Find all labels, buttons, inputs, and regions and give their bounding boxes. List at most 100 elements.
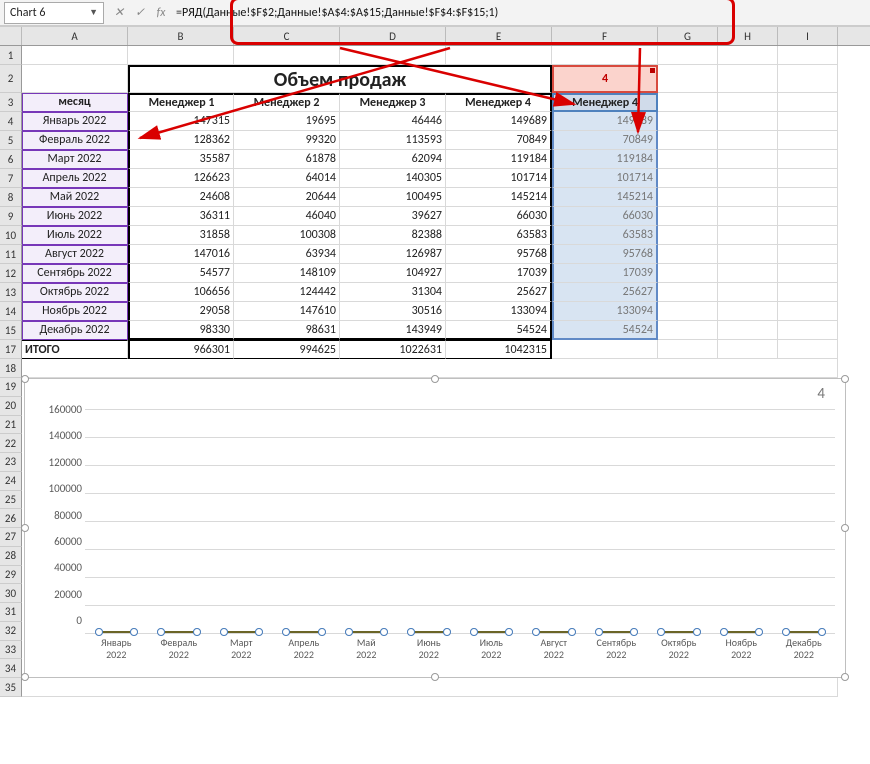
cell[interactable] xyxy=(718,207,778,226)
data-cell[interactable]: 104927 xyxy=(340,264,446,283)
data-cell[interactable]: 35587 xyxy=(128,150,234,169)
mgr-header[interactable]: Менеджер 2 xyxy=(234,93,340,112)
helper-data-cell[interactable]: 54524 xyxy=(552,321,658,340)
helper-data-cell[interactable]: 95768 xyxy=(552,245,658,264)
cell[interactable] xyxy=(718,340,778,359)
cell[interactable] xyxy=(778,188,838,207)
cell[interactable] xyxy=(718,46,778,65)
chart-bar[interactable] xyxy=(660,631,698,633)
data-cell[interactable]: 124442 xyxy=(234,283,340,302)
cell[interactable] xyxy=(718,245,778,264)
helper-data-cell[interactable]: 70849 xyxy=(552,131,658,150)
cell[interactable] xyxy=(22,678,838,697)
data-cell[interactable]: 64014 xyxy=(234,169,340,188)
data-cell[interactable]: 31304 xyxy=(340,283,446,302)
cell[interactable] xyxy=(718,264,778,283)
table-title[interactable]: Объем продаж xyxy=(128,65,552,93)
cell[interactable] xyxy=(778,226,838,245)
cell[interactable] xyxy=(778,245,838,264)
month-cell[interactable]: Октябрь 2022 xyxy=(22,283,128,302)
data-cell[interactable]: 140305 xyxy=(340,169,446,188)
name-box[interactable]: Chart 6 ▼ xyxy=(4,2,104,24)
data-cell[interactable]: 100308 xyxy=(234,226,340,245)
data-cell[interactable]: 119184 xyxy=(446,150,552,169)
data-cell[interactable]: 63934 xyxy=(234,245,340,264)
cell[interactable] xyxy=(658,65,718,93)
cell[interactable] xyxy=(718,131,778,150)
helper-data-cell[interactable]: 133094 xyxy=(552,302,658,321)
data-cell[interactable]: 29058 xyxy=(128,302,234,321)
month-cell[interactable]: Июнь 2022 xyxy=(22,207,128,226)
cell[interactable] xyxy=(22,359,838,378)
data-cell[interactable]: 148109 xyxy=(234,264,340,283)
data-cell[interactable]: 46040 xyxy=(234,207,340,226)
cell[interactable] xyxy=(718,65,778,93)
chart-bar[interactable] xyxy=(723,631,761,633)
row-header[interactable]: 14 xyxy=(0,302,22,321)
cell[interactable] xyxy=(658,226,718,245)
col-header-C[interactable]: C xyxy=(234,27,340,45)
row-header[interactable]: 28 xyxy=(0,547,22,566)
cell[interactable] xyxy=(658,131,718,150)
cell[interactable] xyxy=(778,302,838,321)
cell[interactable] xyxy=(718,283,778,302)
chart-bar[interactable] xyxy=(348,631,386,633)
month-cell[interactable]: Август 2022 xyxy=(22,245,128,264)
row-header[interactable]: 11 xyxy=(0,245,22,264)
cell[interactable] xyxy=(718,226,778,245)
data-cell[interactable]: 54524 xyxy=(446,321,552,340)
row-header[interactable]: 27 xyxy=(0,528,22,547)
cell[interactable] xyxy=(22,65,128,93)
row-header[interactable]: 7 xyxy=(0,169,22,188)
data-cell[interactable]: 126623 xyxy=(128,169,234,188)
col-header-F[interactable]: F xyxy=(552,27,658,45)
resize-handle[interactable] xyxy=(21,375,29,383)
resize-handle[interactable] xyxy=(431,375,439,383)
row-header[interactable]: 4 xyxy=(0,112,22,131)
row-header[interactable]: 22 xyxy=(0,434,22,453)
chart-bar[interactable] xyxy=(223,631,261,633)
helper-data-cell[interactable]: 149689 xyxy=(552,112,658,131)
cell[interactable] xyxy=(718,150,778,169)
data-cell[interactable]: 147610 xyxy=(234,302,340,321)
mgr-header[interactable]: Менеджер 1 xyxy=(128,93,234,112)
data-cell[interactable]: 149689 xyxy=(446,112,552,131)
cell[interactable] xyxy=(778,131,838,150)
data-cell[interactable]: 25627 xyxy=(446,283,552,302)
data-cell[interactable]: 100495 xyxy=(340,188,446,207)
data-cell[interactable]: 106656 xyxy=(128,283,234,302)
cell[interactable] xyxy=(778,321,838,340)
col-header-E[interactable]: E xyxy=(446,27,552,45)
month-cell[interactable]: Январь 2022 xyxy=(22,112,128,131)
data-cell[interactable]: 61878 xyxy=(234,150,340,169)
data-cell[interactable]: 147315 xyxy=(128,112,234,131)
cell[interactable] xyxy=(718,112,778,131)
cell[interactable] xyxy=(658,46,718,65)
chevron-down-icon[interactable]: ▼ xyxy=(89,7,98,18)
data-cell[interactable]: 19695 xyxy=(234,112,340,131)
total-cell[interactable]: 1022631 xyxy=(340,340,446,359)
data-cell[interactable]: 145214 xyxy=(446,188,552,207)
row-header[interactable]: 17 xyxy=(0,340,22,359)
col-header-B[interactable]: B xyxy=(128,27,234,45)
row-header[interactable]: 20 xyxy=(0,397,22,416)
month-header[interactable]: месяц xyxy=(22,93,128,112)
row-header[interactable]: 25 xyxy=(0,491,22,510)
data-cell[interactable]: 98631 xyxy=(234,321,340,340)
cell[interactable] xyxy=(658,321,718,340)
cell[interactable] xyxy=(778,340,838,359)
cell[interactable] xyxy=(718,321,778,340)
cell[interactable] xyxy=(718,302,778,321)
data-cell[interactable]: 17039 xyxy=(446,264,552,283)
row-header[interactable]: 5 xyxy=(0,131,22,150)
data-cell[interactable]: 24608 xyxy=(128,188,234,207)
data-cell[interactable]: 128362 xyxy=(128,131,234,150)
chart-bar[interactable] xyxy=(535,631,573,633)
data-cell[interactable]: 36311 xyxy=(128,207,234,226)
col-header-G[interactable]: G xyxy=(658,27,718,45)
row-header[interactable]: 3 xyxy=(0,93,22,112)
row-header[interactable]: 35 xyxy=(0,678,22,697)
cell[interactable] xyxy=(778,283,838,302)
data-cell[interactable]: 63583 xyxy=(446,226,552,245)
fx-icon[interactable]: fx xyxy=(152,4,170,22)
